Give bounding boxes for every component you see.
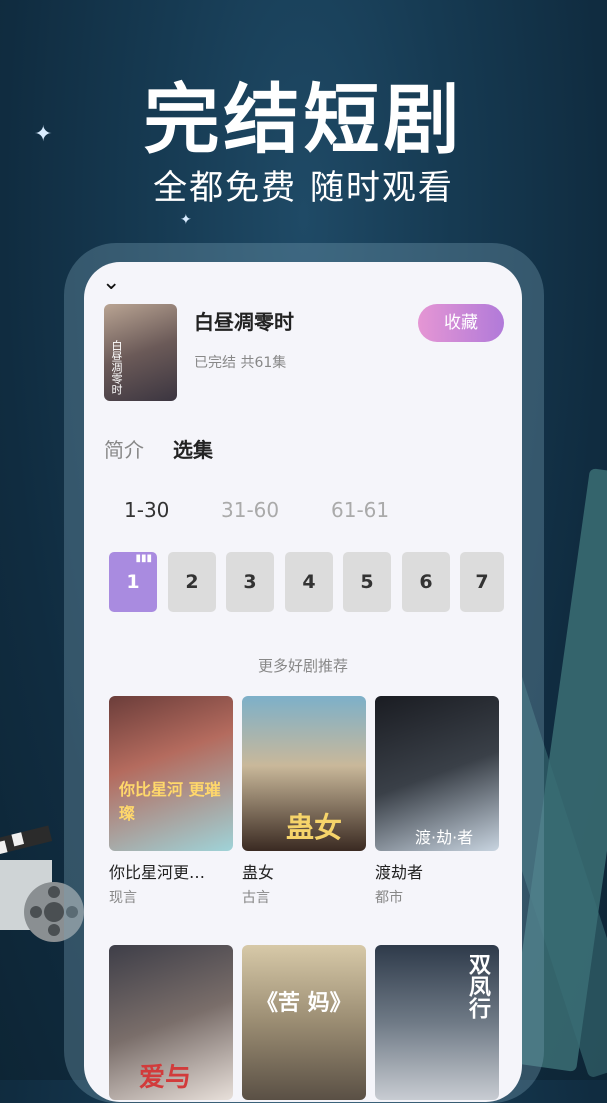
phone-screen: ⌄ 白昼凋零时 白昼凋零时 已完结 共61集 收藏 简介 选集 1-30 31-… (84, 262, 522, 1102)
drama-status: 已完结 共61集 (194, 355, 287, 371)
range-tab-31-60[interactable]: 31-60 (221, 498, 279, 522)
episode-button-6[interactable]: 6 (402, 552, 450, 612)
poster-text: 《苦 妈》 (256, 991, 352, 1016)
drama-cover[interactable]: 白昼凋零时 (104, 304, 177, 401)
range-tab-61-61[interactable]: 61-61 (331, 498, 389, 522)
drama-card-title: 渡劫者 (375, 863, 424, 882)
poster-text: 蛊女 (286, 811, 343, 844)
poster-text: 双凤行 (465, 953, 490, 1019)
drama-card[interactable]: 爱与 (109, 945, 233, 1100)
drama-card-title: 蛊女 (242, 863, 275, 882)
episode-button-7[interactable]: 7 (460, 552, 504, 612)
drama-card[interactable]: 你比星河 更璀璨 你比星河更… 现言 (109, 696, 233, 907)
poster-text: 爱与 (139, 1063, 192, 1093)
tab-episodes[interactable]: 选集 (173, 434, 213, 463)
hero-title: 完结短剧 (143, 75, 464, 164)
playing-indicator-icon: ▮▮▮ (135, 553, 152, 564)
episode-button-3[interactable]: 3 (226, 552, 274, 612)
episode-button-1[interactable]: ▮▮▮ 1 (109, 552, 157, 612)
tab-intro[interactable]: 简介 (104, 434, 144, 463)
drama-card-genre: 现言 (109, 890, 137, 906)
episode-button-5[interactable]: 5 (343, 552, 391, 612)
drama-poster: 《苦 妈》 (242, 945, 366, 1100)
episode-button-2[interactable]: 2 (168, 552, 216, 612)
drama-card[interactable]: 双凤行 (375, 945, 499, 1100)
drama-card[interactable]: 蛊女 蛊女 古言 (242, 696, 366, 907)
sparkle-icon: ✦ (180, 212, 192, 228)
poster-text: 渡·劫·者 (415, 828, 474, 847)
hero-subtitle: 全都免费 随时观看 (153, 168, 454, 208)
drama-card-genre: 古言 (242, 890, 270, 906)
collapse-chevron-icon[interactable]: ⌄ (102, 270, 120, 295)
drama-title: 白昼凋零时 (194, 310, 294, 334)
drama-poster: 爱与 (109, 945, 233, 1100)
recommend-title: 更多好剧推荐 (257, 657, 348, 675)
drama-card-title: 你比星河更… (109, 863, 206, 882)
favorite-button[interactable]: 收藏 (418, 304, 504, 342)
drama-poster: 你比星河 更璀璨 (109, 696, 233, 851)
cover-title-text: 白昼凋零时 (110, 340, 123, 395)
drama-card-genre: 都市 (375, 890, 403, 906)
poster-text: 你比星河 更璀璨 (119, 780, 221, 823)
drama-poster: 双凤行 (375, 945, 499, 1100)
range-tab-1-30[interactable]: 1-30 (124, 498, 169, 522)
drama-poster: 渡·劫·者 (375, 696, 499, 851)
drama-card[interactable]: 渡·劫·者 渡劫者 都市 (375, 696, 499, 907)
drama-card[interactable]: 《苦 妈》 (242, 945, 366, 1100)
drama-poster: 蛊女 (242, 696, 366, 851)
episode-number: 1 (126, 571, 140, 593)
episode-button-4[interactable]: 4 (285, 552, 333, 612)
